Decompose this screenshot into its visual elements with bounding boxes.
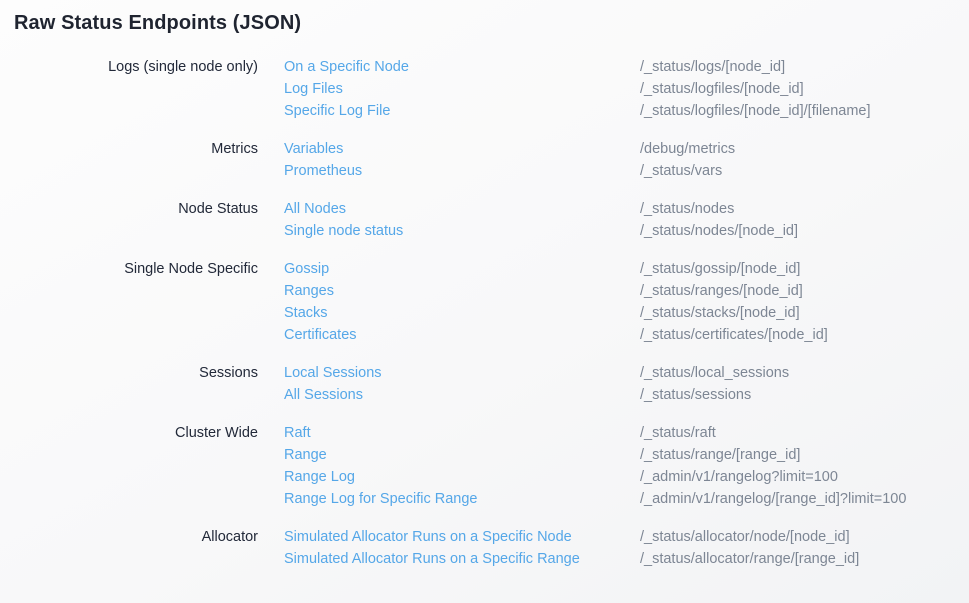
- endpoint-path: /_status/nodes/[node_id]: [640, 220, 969, 242]
- endpoint-row: Local Sessions /_status/local_sessions: [284, 362, 969, 384]
- endpoint-group-sessions: Sessions Local Sessions /_status/local_s…: [0, 362, 969, 406]
- endpoint-group-logs: Logs (single node only) On a Specific No…: [0, 56, 969, 122]
- endpoint-path: /_status/vars: [640, 160, 969, 182]
- category-label: Single Node Specific: [0, 258, 258, 346]
- category-label: Logs (single node only): [0, 56, 258, 122]
- endpoint-link[interactable]: Simulated Allocator Runs on a Specific N…: [284, 526, 640, 548]
- endpoint-path: /_admin/v1/rangelog?limit=100: [640, 466, 969, 488]
- endpoint-path: /_status/certificates/[node_id]: [640, 324, 969, 346]
- endpoint-link[interactable]: All Nodes: [284, 198, 640, 220]
- endpoint-rows: Local Sessions /_status/local_sessions A…: [258, 362, 969, 406]
- endpoint-link[interactable]: Raft: [284, 422, 640, 444]
- endpoint-path: /_status/allocator/range/[range_id]: [640, 548, 969, 570]
- endpoint-path: /_status/logfiles/[node_id]/[filename]: [640, 100, 969, 122]
- endpoint-row: Range /_status/range/[range_id]: [284, 444, 969, 466]
- debug-endpoints-page: Raw Status Endpoints (JSON) Logs (single…: [0, 0, 969, 570]
- endpoint-rows: All Nodes /_status/nodes Single node sta…: [258, 198, 969, 242]
- endpoint-link[interactable]: Certificates: [284, 324, 640, 346]
- endpoint-path: /_status/local_sessions: [640, 362, 969, 384]
- endpoint-group-node-status: Node Status All Nodes /_status/nodes Sin…: [0, 198, 969, 242]
- endpoint-path: /_status/ranges/[node_id]: [640, 280, 969, 302]
- endpoint-group-single-node: Single Node Specific Gossip /_status/gos…: [0, 258, 969, 346]
- category-label: Allocator: [0, 526, 258, 570]
- endpoint-group-metrics: Metrics Variables /debug/metrics Prometh…: [0, 138, 969, 182]
- endpoint-rows: On a Specific Node /_status/logs/[node_i…: [258, 56, 969, 122]
- endpoint-rows: Gossip /_status/gossip/[node_id] Ranges …: [258, 258, 969, 346]
- endpoint-group-cluster-wide: Cluster Wide Raft /_status/raft Range /_…: [0, 422, 969, 510]
- category-label: Cluster Wide: [0, 422, 258, 510]
- endpoint-row: Range Log for Specific Range /_admin/v1/…: [284, 488, 969, 510]
- endpoint-row: All Nodes /_status/nodes: [284, 198, 969, 220]
- endpoint-group-allocator: Allocator Simulated Allocator Runs on a …: [0, 526, 969, 570]
- endpoint-path: /_admin/v1/rangelog/[range_id]?limit=100: [640, 488, 969, 510]
- category-label: Sessions: [0, 362, 258, 406]
- endpoint-row: Certificates /_status/certificates/[node…: [284, 324, 969, 346]
- endpoint-link[interactable]: Specific Log File: [284, 100, 640, 122]
- endpoint-path: /_status/stacks/[node_id]: [640, 302, 969, 324]
- endpoint-link[interactable]: Range: [284, 444, 640, 466]
- endpoint-path: /_status/sessions: [640, 384, 969, 406]
- endpoint-link[interactable]: Local Sessions: [284, 362, 640, 384]
- endpoint-row: On a Specific Node /_status/logs/[node_i…: [284, 56, 969, 78]
- endpoint-link[interactable]: Variables: [284, 138, 640, 160]
- endpoint-row: Single node status /_status/nodes/[node_…: [284, 220, 969, 242]
- endpoint-link[interactable]: Ranges: [284, 280, 640, 302]
- category-label: Node Status: [0, 198, 258, 242]
- endpoint-row: Gossip /_status/gossip/[node_id]: [284, 258, 969, 280]
- category-label: Metrics: [0, 138, 258, 182]
- endpoint-path: /_status/nodes: [640, 198, 969, 220]
- page-title: Raw Status Endpoints (JSON): [14, 12, 969, 35]
- endpoint-row: Simulated Allocator Runs on a Specific N…: [284, 526, 969, 548]
- endpoint-link[interactable]: Range Log: [284, 466, 640, 488]
- endpoint-rows: Variables /debug/metrics Prometheus /_st…: [258, 138, 969, 182]
- endpoint-row: Raft /_status/raft: [284, 422, 969, 444]
- endpoint-row: Ranges /_status/ranges/[node_id]: [284, 280, 969, 302]
- endpoint-link[interactable]: Single node status: [284, 220, 640, 242]
- endpoint-path: /debug/metrics: [640, 138, 969, 160]
- endpoint-row: Simulated Allocator Runs on a Specific R…: [284, 548, 969, 570]
- endpoint-rows: Raft /_status/raft Range /_status/range/…: [258, 422, 969, 510]
- endpoint-link[interactable]: Log Files: [284, 78, 640, 100]
- endpoint-link[interactable]: All Sessions: [284, 384, 640, 406]
- endpoint-row: Stacks /_status/stacks/[node_id]: [284, 302, 969, 324]
- endpoint-rows: Simulated Allocator Runs on a Specific N…: [258, 526, 969, 570]
- endpoint-path: /_status/range/[range_id]: [640, 444, 969, 466]
- endpoint-link[interactable]: Stacks: [284, 302, 640, 324]
- endpoint-link[interactable]: On a Specific Node: [284, 56, 640, 78]
- endpoint-path: /_status/raft: [640, 422, 969, 444]
- endpoint-row: Specific Log File /_status/logfiles/[nod…: [284, 100, 969, 122]
- endpoint-link[interactable]: Prometheus: [284, 160, 640, 182]
- endpoint-path: /_status/logs/[node_id]: [640, 56, 969, 78]
- endpoint-row: All Sessions /_status/sessions: [284, 384, 969, 406]
- endpoint-path: /_status/logfiles/[node_id]: [640, 78, 969, 100]
- endpoint-path: /_status/allocator/node/[node_id]: [640, 526, 969, 548]
- endpoint-link[interactable]: Gossip: [284, 258, 640, 280]
- endpoint-row: Range Log /_admin/v1/rangelog?limit=100: [284, 466, 969, 488]
- endpoint-path: /_status/gossip/[node_id]: [640, 258, 969, 280]
- endpoint-row: Log Files /_status/logfiles/[node_id]: [284, 78, 969, 100]
- endpoint-link[interactable]: Range Log for Specific Range: [284, 488, 640, 510]
- endpoint-link[interactable]: Simulated Allocator Runs on a Specific R…: [284, 548, 640, 570]
- endpoint-row: Variables /debug/metrics: [284, 138, 969, 160]
- endpoint-row: Prometheus /_status/vars: [284, 160, 969, 182]
